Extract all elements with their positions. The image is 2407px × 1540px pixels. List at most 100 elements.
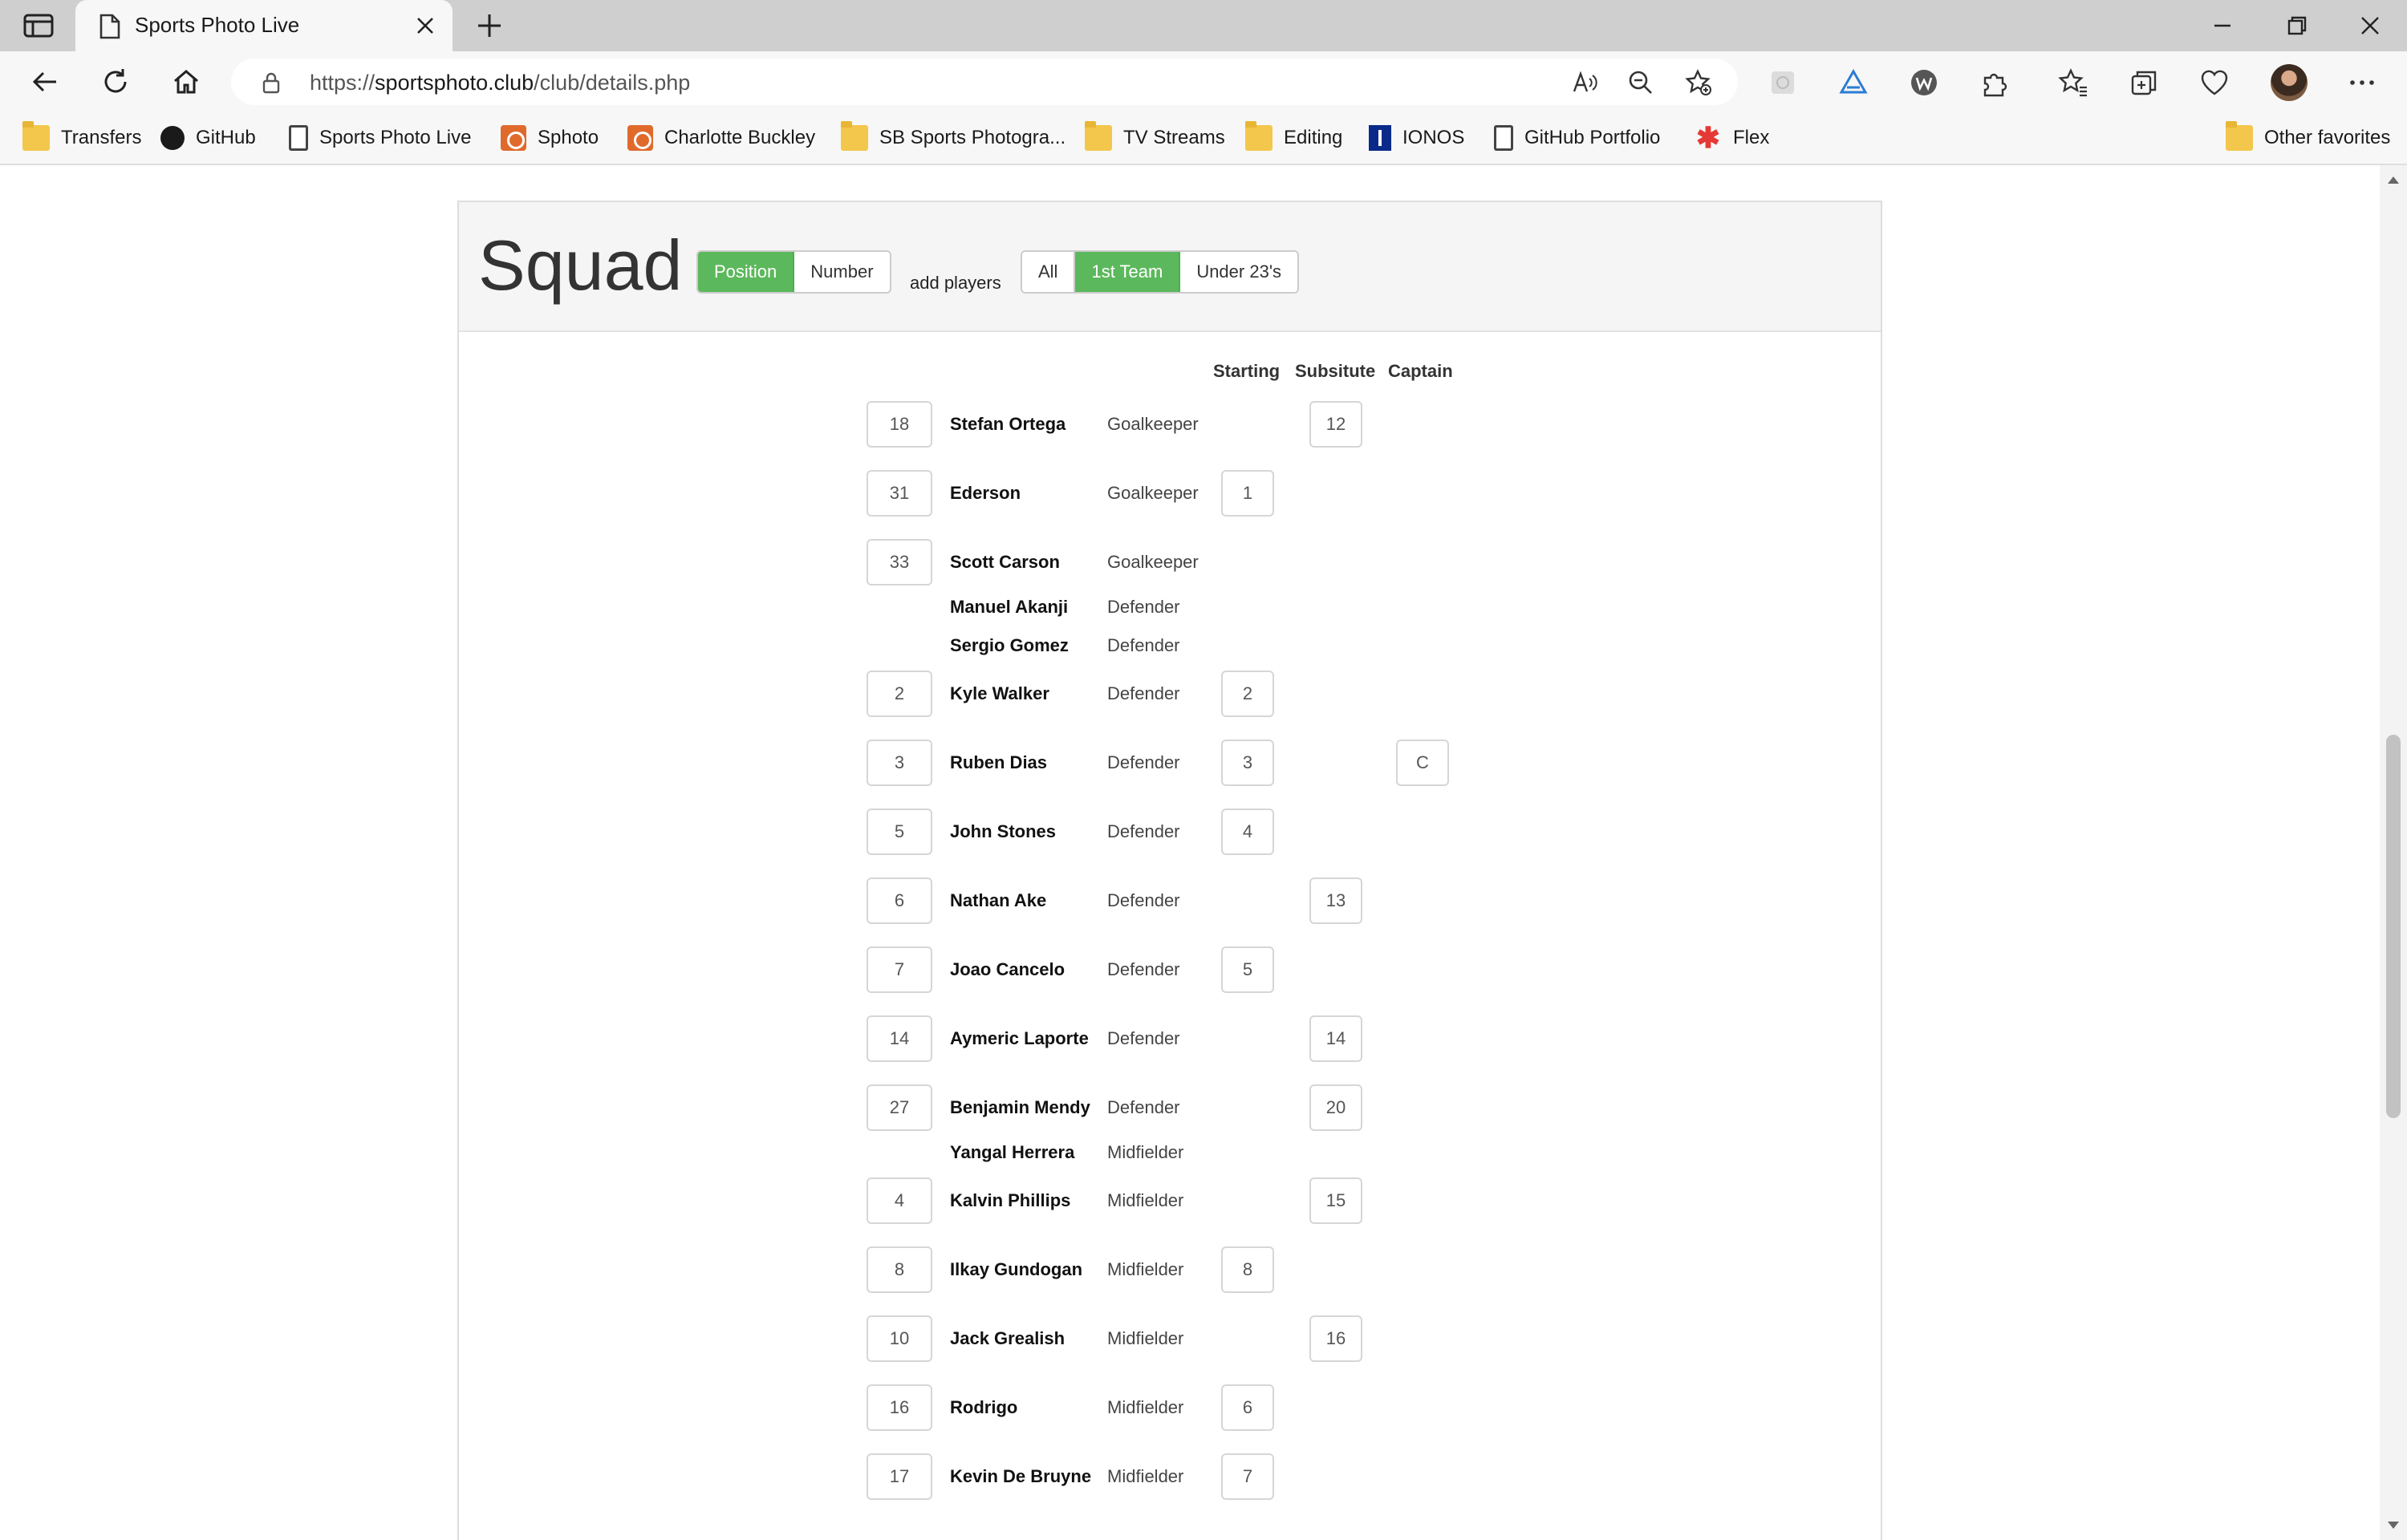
squad-number-input[interactable]: 16 bbox=[867, 1384, 932, 1431]
close-window-icon[interactable] bbox=[2354, 11, 2386, 40]
player-position: Defender bbox=[1107, 1028, 1180, 1048]
player-position: Defender bbox=[1107, 635, 1180, 655]
squad-number-input[interactable]: 18 bbox=[867, 401, 932, 448]
url-text[interactable]: https://sportsphoto.club/club/details.ph… bbox=[310, 71, 690, 95]
squad-number-input[interactable]: 14 bbox=[867, 1015, 932, 1062]
player-name: John Stones bbox=[950, 821, 1057, 841]
browser-tab[interactable]: Sports Photo Live bbox=[75, 0, 453, 51]
favorite-github[interactable]: GitHub bbox=[160, 120, 256, 156]
profile-avatar[interactable] bbox=[2271, 64, 2308, 101]
favorite-sports-photo-live[interactable]: Sports Photo Live bbox=[289, 120, 471, 156]
filter-under-23-button[interactable]: Under 23's bbox=[1180, 252, 1298, 292]
squad-number-input[interactable]: 8 bbox=[867, 1246, 932, 1293]
tab-actions-icon[interactable] bbox=[22, 13, 55, 38]
lock-icon[interactable] bbox=[262, 71, 281, 94]
page-icon bbox=[99, 14, 120, 39]
filter-button-group: All 1st Team Under 23's bbox=[1021, 250, 1300, 294]
extension-icon[interactable] bbox=[1767, 67, 1799, 99]
player-name: Kevin De Bruyne bbox=[950, 1466, 1092, 1486]
favorite-github-portfolio[interactable]: GitHub Portfolio bbox=[1494, 120, 1660, 156]
page-viewport: Squad Position Number add players All 1s… bbox=[0, 165, 2407, 1540]
filter-first-team-button[interactable]: 1st Team bbox=[1075, 252, 1181, 292]
squad-number-input[interactable]: 17 bbox=[867, 1453, 932, 1500]
squad-number-input[interactable]: 6 bbox=[867, 877, 932, 924]
squad-number-input[interactable]: 27 bbox=[867, 1084, 932, 1131]
minimize-icon[interactable] bbox=[2206, 11, 2239, 40]
starting-number-input[interactable]: 1 bbox=[1221, 470, 1274, 517]
player-name: Ilkay Gundogan bbox=[950, 1259, 1083, 1279]
sort-number-button[interactable]: Number bbox=[794, 252, 890, 292]
folder-icon bbox=[2226, 121, 2253, 151]
substitute-number-input[interactable]: 14 bbox=[1309, 1015, 1362, 1062]
squad-number-input[interactable]: 33 bbox=[867, 539, 932, 586]
favorite-ionos[interactable]: IONOS bbox=[1369, 120, 1464, 156]
player-name: Jack Grealish bbox=[950, 1328, 1065, 1348]
sort-position-button[interactable]: Position bbox=[698, 252, 795, 292]
player-name: Stefan Ortega bbox=[950, 414, 1066, 434]
starting-number-input[interactable]: 3 bbox=[1221, 740, 1274, 786]
address-bar[interactable]: https://sportsphoto.club/club/details.ph… bbox=[231, 59, 1738, 105]
add-favorite-icon[interactable] bbox=[1685, 69, 1712, 96]
scrollbar-thumb[interactable] bbox=[2386, 735, 2401, 1118]
squad-number-input[interactable]: 10 bbox=[867, 1315, 932, 1362]
more-options-icon[interactable] bbox=[2346, 67, 2378, 99]
starting-number-input[interactable]: 8 bbox=[1221, 1246, 1274, 1293]
player-position: Defender bbox=[1107, 1097, 1180, 1117]
starting-number-input[interactable]: 4 bbox=[1221, 808, 1274, 855]
squad-number-input[interactable]: 4 bbox=[867, 1177, 932, 1224]
back-icon[interactable] bbox=[27, 64, 63, 99]
favorite-flex[interactable]: ✱ Flex bbox=[1695, 120, 1769, 156]
favorite-editing[interactable]: Editing bbox=[1245, 120, 1342, 156]
extensions-icon[interactable] bbox=[1979, 67, 2011, 99]
player-position: Midfielder bbox=[1107, 1466, 1184, 1486]
squad-number-input[interactable]: 3 bbox=[867, 740, 932, 786]
favorite-sb-sports[interactable]: SB Sports Photogra... bbox=[841, 120, 1065, 156]
new-tab-icon[interactable] bbox=[475, 11, 504, 40]
restore-icon[interactable] bbox=[2280, 11, 2312, 40]
player-name: Scott Carson bbox=[950, 552, 1060, 572]
player-position: Defender bbox=[1107, 683, 1180, 703]
substitute-number-input[interactable]: 15 bbox=[1309, 1177, 1362, 1224]
read-aloud-icon[interactable] bbox=[1571, 69, 1598, 96]
favorite-sphoto[interactable]: Sphoto bbox=[501, 120, 599, 156]
scrollbar[interactable] bbox=[2380, 165, 2407, 1540]
player-position: Midfielder bbox=[1107, 1397, 1184, 1417]
substitute-number-input[interactable]: 12 bbox=[1309, 401, 1362, 448]
drive-extension-icon[interactable] bbox=[1837, 67, 1869, 99]
starting-number-input[interactable]: 5 bbox=[1221, 946, 1274, 993]
squad-number-input[interactable]: 31 bbox=[867, 470, 932, 517]
squad-number-input[interactable]: 2 bbox=[867, 671, 932, 717]
favorite-tv-streams[interactable]: TV Streams bbox=[1085, 120, 1225, 156]
favorite-charlotte-buckley[interactable]: Charlotte Buckley bbox=[627, 120, 815, 156]
squad-number-input[interactable]: 7 bbox=[867, 946, 932, 993]
squad-number-input[interactable]: 5 bbox=[867, 808, 932, 855]
filter-all-button[interactable]: All bbox=[1022, 252, 1076, 292]
heart-icon[interactable] bbox=[2198, 67, 2230, 99]
starting-number-input[interactable]: 7 bbox=[1221, 1453, 1274, 1500]
player-name: Sergio Gomez bbox=[950, 635, 1069, 655]
starting-number-input[interactable]: 2 bbox=[1221, 671, 1274, 717]
scroll-down-icon[interactable] bbox=[2388, 1522, 2399, 1529]
squad-panel: Squad Position Number add players All 1s… bbox=[457, 201, 1882, 1540]
home-icon[interactable] bbox=[168, 64, 204, 99]
player-name: Nathan Ake bbox=[950, 890, 1047, 910]
substitute-number-input[interactable]: 20 bbox=[1309, 1084, 1362, 1131]
captain-input[interactable]: C bbox=[1396, 740, 1449, 786]
scroll-up-icon[interactable] bbox=[2388, 176, 2399, 184]
folder-icon bbox=[841, 121, 868, 151]
collections-icon[interactable] bbox=[2128, 67, 2160, 99]
other-favorites[interactable]: Other favorites bbox=[2226, 120, 2390, 156]
wordtune-icon[interactable] bbox=[1908, 67, 1940, 99]
favorites-icon[interactable] bbox=[2057, 67, 2089, 99]
substitute-number-input[interactable]: 13 bbox=[1309, 877, 1362, 924]
close-tab-icon[interactable] bbox=[414, 14, 436, 37]
column-header-substitute: Subsitute bbox=[1295, 361, 1376, 381]
player-position: Goalkeeper bbox=[1107, 552, 1199, 572]
player-position: Midfielder bbox=[1107, 1190, 1184, 1210]
zoom-out-icon[interactable] bbox=[1627, 69, 1654, 96]
substitute-number-input[interactable]: 16 bbox=[1309, 1315, 1362, 1362]
refresh-icon[interactable] bbox=[98, 64, 133, 99]
add-players-link[interactable]: add players bbox=[910, 273, 1001, 294]
starting-number-input[interactable]: 6 bbox=[1221, 1384, 1274, 1431]
favorite-transfers[interactable]: Transfers bbox=[22, 120, 141, 156]
